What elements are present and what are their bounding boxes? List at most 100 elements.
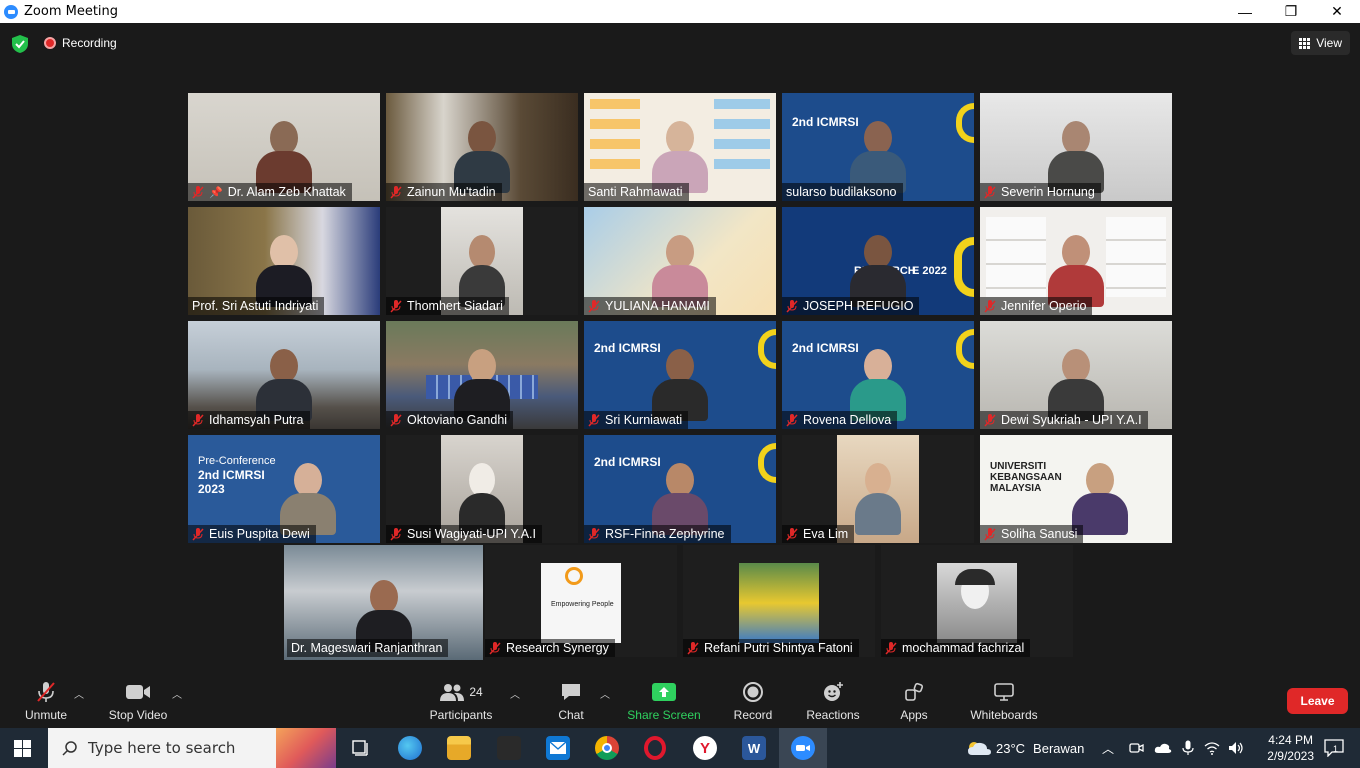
- participants-options-chevron-icon[interactable]: ︿: [510, 686, 520, 701]
- chrome-browser-icon[interactable]: [595, 736, 619, 760]
- participant-tile[interactable]: Jennifer Operio: [980, 207, 1172, 315]
- participant-tile[interactable]: 2nd ICMRSI Rovena Dellova: [782, 321, 974, 429]
- participant-tile[interactable]: Idhamsyah Putra: [188, 321, 380, 429]
- chat-button[interactable]: Chat: [550, 676, 592, 728]
- notification-count: 1: [1333, 744, 1339, 754]
- active-speaker-tile[interactable]: Dr. Mageswari Ranjanthran: [284, 545, 483, 660]
- participant-name-tag: Santi Rahmawati: [584, 183, 689, 201]
- participant-tile[interactable]: Prof. Sri Astuti Indriyati: [188, 207, 380, 315]
- show-hidden-icons-chevron-icon[interactable]: ︿: [1102, 740, 1114, 757]
- audio-options-chevron-icon[interactable]: ︿: [74, 686, 84, 701]
- participant-name-tag: Dewi Syukriah - UPI Y.A.I: [980, 411, 1148, 429]
- chat-options-chevron-icon[interactable]: ︿: [600, 686, 610, 701]
- notification-center-icon[interactable]: 1: [1324, 739, 1344, 758]
- participant-tile[interactable]: 2nd ICMRSI RSF-Finna Zephyrine: [584, 435, 776, 543]
- participant-name: Zainun Mu'tadin: [407, 185, 496, 199]
- minimize-button[interactable]: —: [1222, 0, 1268, 23]
- muted-mic-icon: [390, 185, 402, 199]
- yandex-browser-icon[interactable]: Y: [693, 736, 717, 760]
- slide-line: 2023: [198, 482, 225, 496]
- muted-mic-icon: [786, 527, 798, 541]
- edge-browser-icon[interactable]: [398, 736, 422, 760]
- zoom-logo-icon: [4, 4, 18, 19]
- microsoft-word-icon[interactable]: W: [742, 736, 766, 760]
- search-icon: [62, 741, 77, 756]
- recording-indicator[interactable]: Recording: [44, 36, 117, 50]
- participant-name-tag: JOSEPH REFUGIO: [782, 297, 920, 315]
- participant-tile[interactable]: Pre-Conference 2nd ICMRSI 2023 Euis Pusp…: [188, 435, 380, 543]
- window-controls: — ❐ ✕: [1222, 0, 1360, 23]
- participant-tile[interactable]: Severin Hornung: [980, 93, 1172, 201]
- meet-now-icon[interactable]: [1128, 740, 1144, 756]
- leave-button[interactable]: Leave: [1287, 688, 1348, 714]
- participants-button[interactable]: 24 Participants: [426, 676, 496, 728]
- participant-tile[interactable]: YULIANA HANAMI: [584, 207, 776, 315]
- mail-icon[interactable]: [546, 736, 570, 760]
- participant-tile[interactable]: 📌 Dr. Alam Zeb Khattak: [188, 93, 380, 201]
- participant-name: JOSEPH REFUGIO: [803, 299, 914, 313]
- microphone-in-use-icon[interactable]: [1182, 740, 1194, 756]
- recording-dot-icon: [44, 37, 56, 49]
- participant-tile[interactable]: UNIVERSITI KEBANGSAAN MALAYSIA Soliha Sa…: [980, 435, 1172, 543]
- participant-tile[interactable]: 2nd ICMRSI Sri Kurniawati: [584, 321, 776, 429]
- record-button[interactable]: Record: [730, 676, 776, 728]
- muted-mic-icon: [192, 527, 204, 541]
- taskbar-clock[interactable]: 4:24 PM 2/9/2023: [1267, 732, 1314, 764]
- whiteboards-button[interactable]: Whiteboards: [964, 676, 1044, 728]
- participant-tile[interactable]: Refani Putri Shintya Fatoni: [683, 545, 875, 657]
- taskbar-search-box[interactable]: Type here to search: [48, 728, 336, 768]
- task-view-icon[interactable]: [348, 736, 372, 760]
- onedrive-cloud-icon[interactable]: [1154, 742, 1172, 754]
- participant-name: Dr. Alam Zeb Khattak: [227, 185, 346, 199]
- slide-title: 2nd ICMRSI: [594, 341, 661, 355]
- participant-name: Idhamsyah Putra: [209, 413, 304, 427]
- participant-name: sularso budilaksono: [786, 185, 897, 199]
- apps-button[interactable]: Apps: [896, 676, 932, 728]
- participant-tile[interactable]: RESEARCH E 2022 JOSEPH REFUGIO: [782, 207, 974, 315]
- stop-video-button[interactable]: Stop Video: [104, 676, 172, 728]
- video-options-chevron-icon[interactable]: ︿: [172, 686, 182, 701]
- opera-browser-icon[interactable]: [644, 736, 666, 760]
- zoom-app-icon[interactable]: [791, 736, 815, 760]
- encryption-shield-icon[interactable]: [12, 35, 28, 53]
- muted-mic-icon: [984, 413, 996, 427]
- participant-name-tag: Euis Puspita Dewi: [188, 525, 316, 543]
- weather-temperature: 23°C: [996, 740, 1026, 756]
- reactions-button[interactable]: Reactions: [804, 676, 862, 728]
- participant-tile[interactable]: Eva Lim: [782, 435, 974, 543]
- participant-tile[interactable]: Thomhert Siadari: [386, 207, 578, 315]
- share-screen-label: Share Screen: [627, 708, 701, 722]
- weather-widget[interactable]: 23°C Berawan: [966, 728, 1084, 768]
- participant-name-tag: Zainun Mu'tadin: [386, 183, 502, 201]
- window-titlebar: Zoom Meeting — ❐ ✕: [0, 0, 1360, 23]
- maximize-button[interactable]: ❐: [1268, 0, 1314, 23]
- participant-name: Dr. Mageswari Ranjanthran: [291, 641, 443, 655]
- close-button[interactable]: ✕: [1314, 0, 1360, 23]
- view-button[interactable]: View: [1291, 31, 1350, 55]
- unmute-button[interactable]: Unmute: [18, 676, 74, 728]
- participant-tile[interactable]: mochammad fachrizal: [881, 545, 1073, 657]
- share-screen-button[interactable]: Share Screen: [626, 676, 702, 728]
- volume-speaker-icon[interactable]: [1228, 741, 1244, 755]
- participant-tile[interactable]: 2nd ICMRSI sularso budilaksono: [782, 93, 974, 201]
- participant-name: Euis Puspita Dewi: [209, 527, 310, 541]
- muted-mic-icon: [984, 185, 996, 199]
- microsoft-store-icon[interactable]: [497, 736, 521, 760]
- muted-mic-icon: [984, 527, 996, 541]
- participant-tile[interactable]: Susi Wagiyati-UPI Y.A.I: [386, 435, 578, 543]
- participant-tile[interactable]: Zainun Mu'tadin: [386, 93, 578, 201]
- participant-tile[interactable]: Empowering People Research Synergy: [485, 545, 677, 657]
- meeting-area: Recording View 📌 Dr. Alam Zeb Khattak Za…: [0, 23, 1360, 728]
- participant-tile[interactable]: Dewi Syukriah - UPI Y.A.I: [980, 321, 1172, 429]
- participant-tile[interactable]: Oktoviano Gandhi: [386, 321, 578, 429]
- windows-start-icon[interactable]: [14, 740, 31, 757]
- muted-mic-icon: [984, 299, 996, 313]
- participant-name-tag: Prof. Sri Astuti Indriyati: [188, 297, 325, 315]
- window-title: Zoom Meeting: [24, 4, 119, 19]
- participant-tile[interactable]: Santi Rahmawati: [584, 93, 776, 201]
- wifi-icon[interactable]: [1204, 741, 1220, 755]
- participant-name: Santi Rahmawati: [588, 185, 683, 199]
- file-explorer-icon[interactable]: [447, 736, 471, 760]
- participant-name-tag: Idhamsyah Putra: [188, 411, 310, 429]
- participant-name: Severin Hornung: [1001, 185, 1095, 199]
